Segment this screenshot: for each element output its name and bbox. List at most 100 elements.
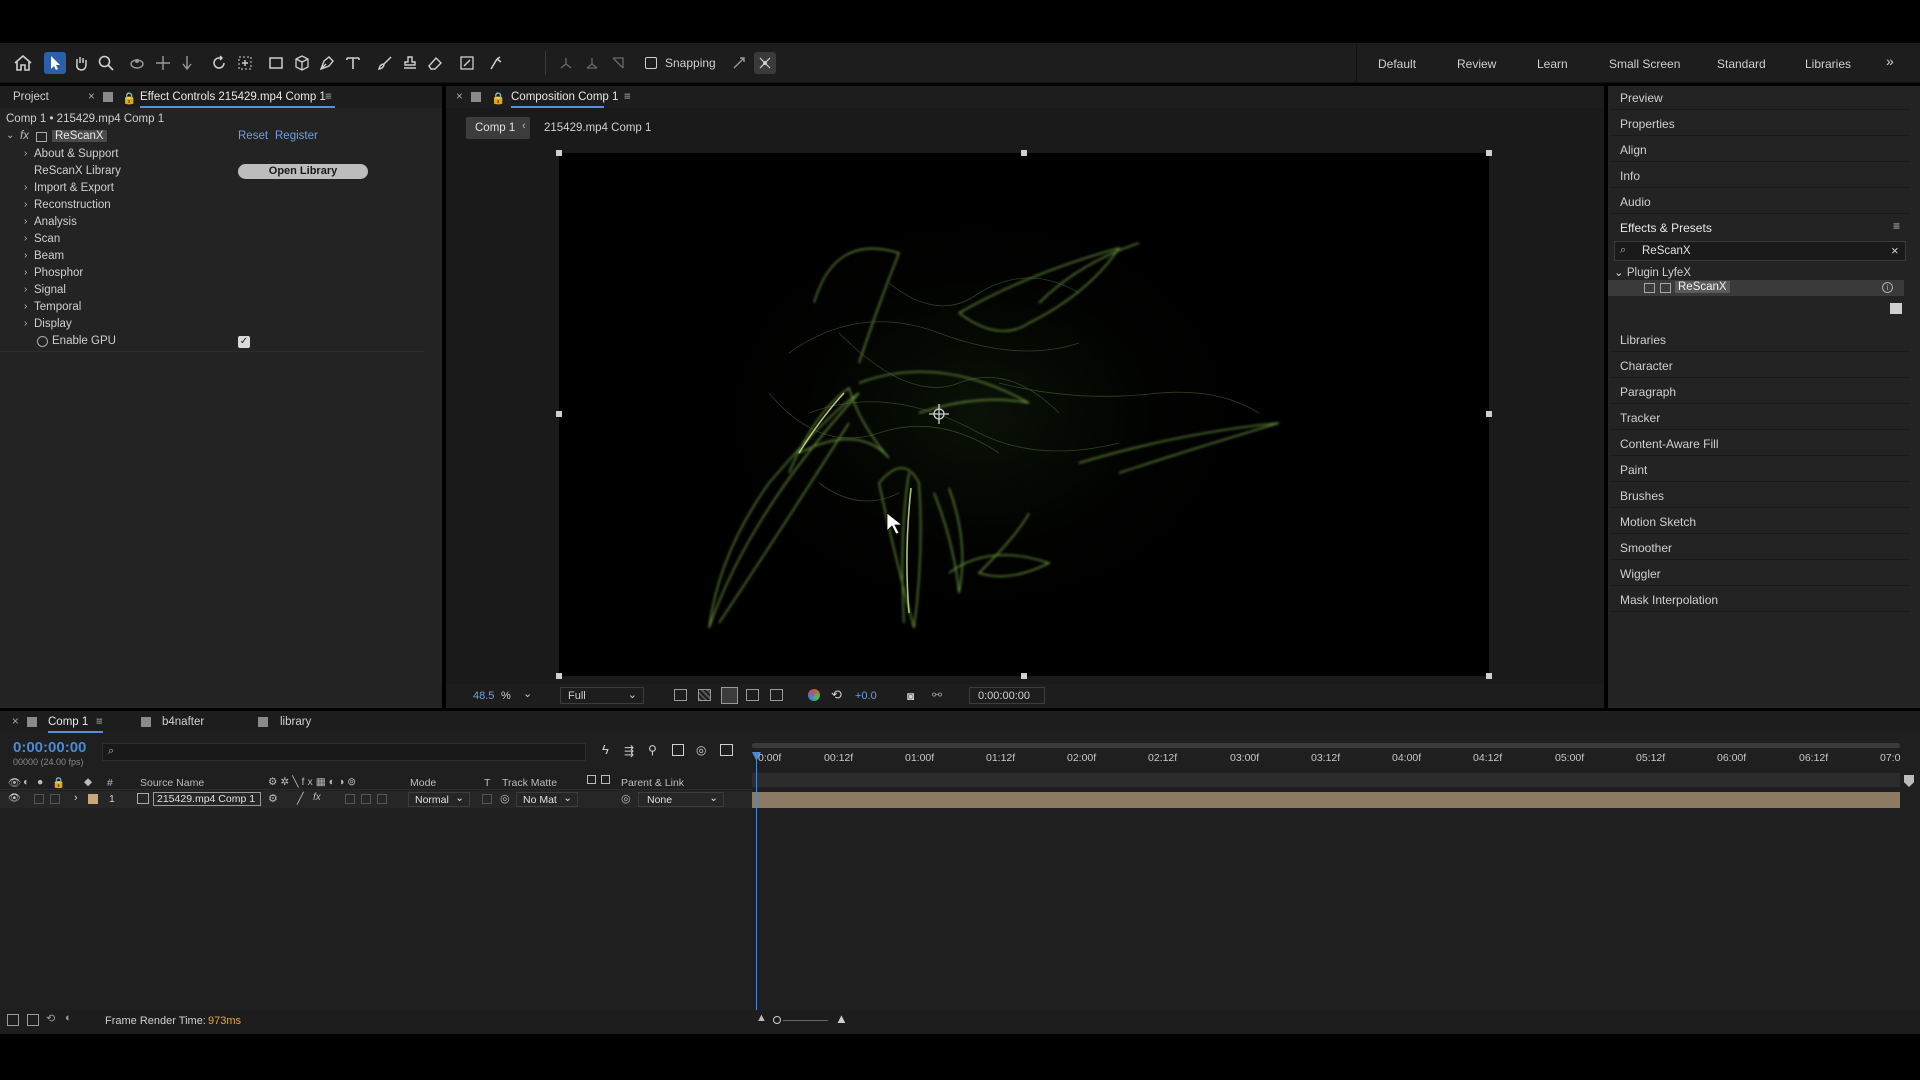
- switch-toggle[interactable]: [345, 794, 355, 804]
- close-icon[interactable]: ×: [88, 91, 95, 103]
- effect-name[interactable]: ReScanX: [52, 130, 107, 142]
- panel-motion-sketch[interactable]: Motion Sketch: [1610, 508, 1910, 534]
- draft-3d-icon[interactable]: ϟ: [602, 742, 609, 757]
- snapping-checkbox[interactable]: [645, 57, 657, 69]
- tab-library[interactable]: library: [280, 716, 311, 728]
- panel-paragraph[interactable]: Paragraph: [1610, 378, 1910, 404]
- new-bin-icon[interactable]: [1890, 303, 1902, 314]
- eye-icon[interactable]: 👁: [8, 793, 21, 804]
- zoom-out-icon[interactable]: ▲: [756, 1012, 767, 1024]
- panel-effects-presets[interactable]: Effects & Presets ≡: [1610, 214, 1910, 240]
- panel-tracker[interactable]: Tracker: [1610, 404, 1910, 430]
- workspace-review[interactable]: Review: [1457, 57, 1496, 71]
- group-about-support[interactable]: › About & Support: [0, 146, 424, 163]
- shy-layers-icon[interactable]: ⚲: [648, 743, 657, 757]
- axis-world-icon[interactable]: [581, 52, 603, 74]
- group-temporal[interactable]: › Temporal: [0, 299, 424, 316]
- comp-crumb-next[interactable]: 215429.mp4 Comp 1: [544, 122, 651, 134]
- workspace-standard[interactable]: Standard: [1717, 57, 1766, 71]
- panel-libraries[interactable]: Libraries: [1610, 326, 1910, 352]
- camera-icon[interactable]: ◙: [907, 689, 914, 703]
- parent-dropdown[interactable]: None ⌄: [638, 792, 724, 807]
- group-phosphor[interactable]: › Phosphor: [0, 265, 424, 282]
- tab-effect-controls[interactable]: Effect Controls 215429.mp4 Comp 1: [140, 91, 326, 103]
- panel-align[interactable]: Align: [1610, 136, 1910, 162]
- region-of-interest-icon[interactable]: [674, 689, 687, 701]
- switch-toggle[interactable]: [361, 794, 371, 804]
- parent-pickwhip-icon[interactable]: ◎: [621, 792, 631, 805]
- panel-character[interactable]: Character: [1610, 352, 1910, 378]
- lock-toggle[interactable]: [50, 794, 60, 804]
- home-icon[interactable]: [12, 52, 34, 74]
- group-import-export[interactable]: › Import & Export: [0, 180, 424, 197]
- comp-flowchart-icon[interactable]: ⇶: [624, 744, 634, 758]
- track-matte-dropdown[interactable]: No Mat ⌄: [516, 792, 578, 807]
- fx-icon[interactable]: fx: [20, 130, 29, 142]
- zoom-slider-handle[interactable]: [773, 1016, 781, 1024]
- eye-icon[interactable]: 👁: [8, 776, 21, 789]
- mode-dropdown[interactable]: Normal ⌄: [408, 792, 470, 807]
- eraser-tool-icon[interactable]: [424, 52, 446, 74]
- in-out-icon[interactable]: ⟲: [46, 1012, 55, 1025]
- selection-tool-icon[interactable]: [44, 52, 66, 74]
- viewer-timecode[interactable]: 0:00:00:00: [969, 687, 1045, 704]
- panel-menu-icon[interactable]: ≡: [96, 716, 103, 728]
- reset-link[interactable]: Reset: [238, 130, 268, 142]
- workspace-small-screen[interactable]: Small Screen: [1609, 57, 1680, 71]
- col-parent-link[interactable]: Parent & Link: [621, 777, 684, 789]
- axis-view-icon[interactable]: [607, 52, 629, 74]
- panel-info[interactable]: Info: [1610, 162, 1910, 188]
- register-link[interactable]: Register: [275, 130, 318, 142]
- panel-brushes[interactable]: Brushes: [1610, 482, 1910, 508]
- chevron-right-icon[interactable]: ›: [24, 182, 27, 193]
- stopwatch-icon[interactable]: [37, 336, 48, 347]
- panel-menu-icon[interactable]: ≡: [624, 91, 631, 103]
- enable-gpu-checkbox[interactable]: ✓: [238, 336, 250, 348]
- transform-handle[interactable]: [556, 411, 562, 417]
- timeline-search-field[interactable]: ⌕: [102, 743, 586, 761]
- transform-handle[interactable]: [1486, 673, 1492, 679]
- transform-handle[interactable]: [1021, 150, 1027, 156]
- rotate-tool-icon[interactable]: [208, 52, 230, 74]
- roto-brush-tool-icon[interactable]: [456, 52, 478, 74]
- transform-handle[interactable]: [1486, 411, 1492, 417]
- panel-wiggler[interactable]: Wiggler: [1610, 560, 1910, 586]
- pickwhip-icon[interactable]: ◎: [500, 792, 510, 805]
- tree-item-rescanx[interactable]: ReScanX i: [1608, 280, 1904, 296]
- collapse-transform-icon[interactable]: ⚙: [268, 792, 278, 805]
- col-track-matte[interactable]: Track Matte: [502, 777, 557, 789]
- chevron-right-icon[interactable]: ›: [24, 267, 27, 278]
- layer-duration-bar[interactable]: [752, 792, 1900, 808]
- frame-blending-icon[interactable]: [672, 744, 684, 756]
- col-mode[interactable]: Mode: [410, 777, 436, 789]
- group-scan[interactable]: › Scan: [0, 231, 424, 248]
- type-tool-icon[interactable]: [342, 52, 364, 74]
- solo-icon[interactable]: ●: [37, 776, 43, 788]
- info-icon[interactable]: i: [1882, 282, 1893, 293]
- group-reconstruction[interactable]: › Reconstruction: [0, 197, 424, 214]
- chevron-right-icon[interactable]: ›: [24, 250, 27, 261]
- zoom-slider-track[interactable]: [783, 1020, 828, 1021]
- panel-preview[interactable]: Preview: [1610, 84, 1910, 110]
- workspace-libraries[interactable]: Libraries: [1805, 57, 1851, 71]
- snap-features-icon[interactable]: [754, 52, 776, 74]
- close-icon[interactable]: ×: [12, 716, 19, 728]
- group-signal[interactable]: › Signal: [0, 282, 424, 299]
- tab-comp-1[interactable]: Comp 1: [48, 716, 88, 728]
- chevron-right-icon[interactable]: ›: [24, 233, 27, 244]
- work-area-bar[interactable]: [752, 743, 1900, 748]
- motion-blur-icon[interactable]: ◎: [696, 743, 706, 757]
- close-icon[interactable]: ×: [456, 91, 463, 103]
- zoom-value[interactable]: 48.5: [473, 690, 494, 702]
- transform-handle[interactable]: [556, 150, 562, 156]
- lock-icon[interactable]: 🔒: [52, 776, 65, 789]
- axis-local-icon[interactable]: [555, 52, 577, 74]
- group-beam[interactable]: › Beam: [0, 248, 424, 265]
- chevron-right-icon[interactable]: ›: [24, 318, 27, 329]
- chevron-right-icon[interactable]: ›: [24, 301, 27, 312]
- switch-toggle[interactable]: [377, 794, 387, 804]
- hand-tool-icon[interactable]: [70, 52, 92, 74]
- transform-handle[interactable]: [556, 673, 562, 679]
- orbit-tool-icon[interactable]: [126, 52, 148, 74]
- dolly-tool-icon[interactable]: [176, 52, 198, 74]
